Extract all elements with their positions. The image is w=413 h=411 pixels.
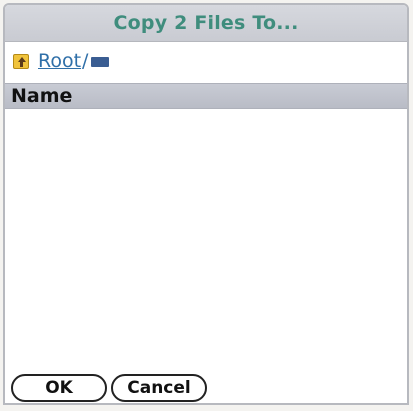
path-breadcrumb: Root / bbox=[5, 43, 407, 79]
screen: Copy 2 Files To... Root / Name OK Cancel bbox=[0, 0, 413, 411]
memory-card-icon[interactable] bbox=[91, 57, 110, 67]
ok-button[interactable]: OK bbox=[11, 374, 107, 402]
folder-up-icon[interactable] bbox=[13, 53, 29, 69]
dialog-title-bar: Copy 2 Files To... bbox=[5, 5, 407, 42]
cancel-button[interactable]: Cancel bbox=[111, 374, 207, 402]
column-header-label: Name bbox=[11, 85, 73, 107]
file-list[interactable] bbox=[5, 109, 407, 369]
dialog-title: Copy 2 Files To... bbox=[113, 12, 299, 34]
path-separator: / bbox=[82, 50, 89, 72]
column-header-name[interactable]: Name bbox=[5, 83, 407, 109]
button-row: OK Cancel bbox=[11, 374, 207, 404]
copy-files-dialog: Copy 2 Files To... Root / Name OK Cancel bbox=[3, 3, 409, 405]
root-link[interactable]: Root bbox=[38, 50, 81, 72]
